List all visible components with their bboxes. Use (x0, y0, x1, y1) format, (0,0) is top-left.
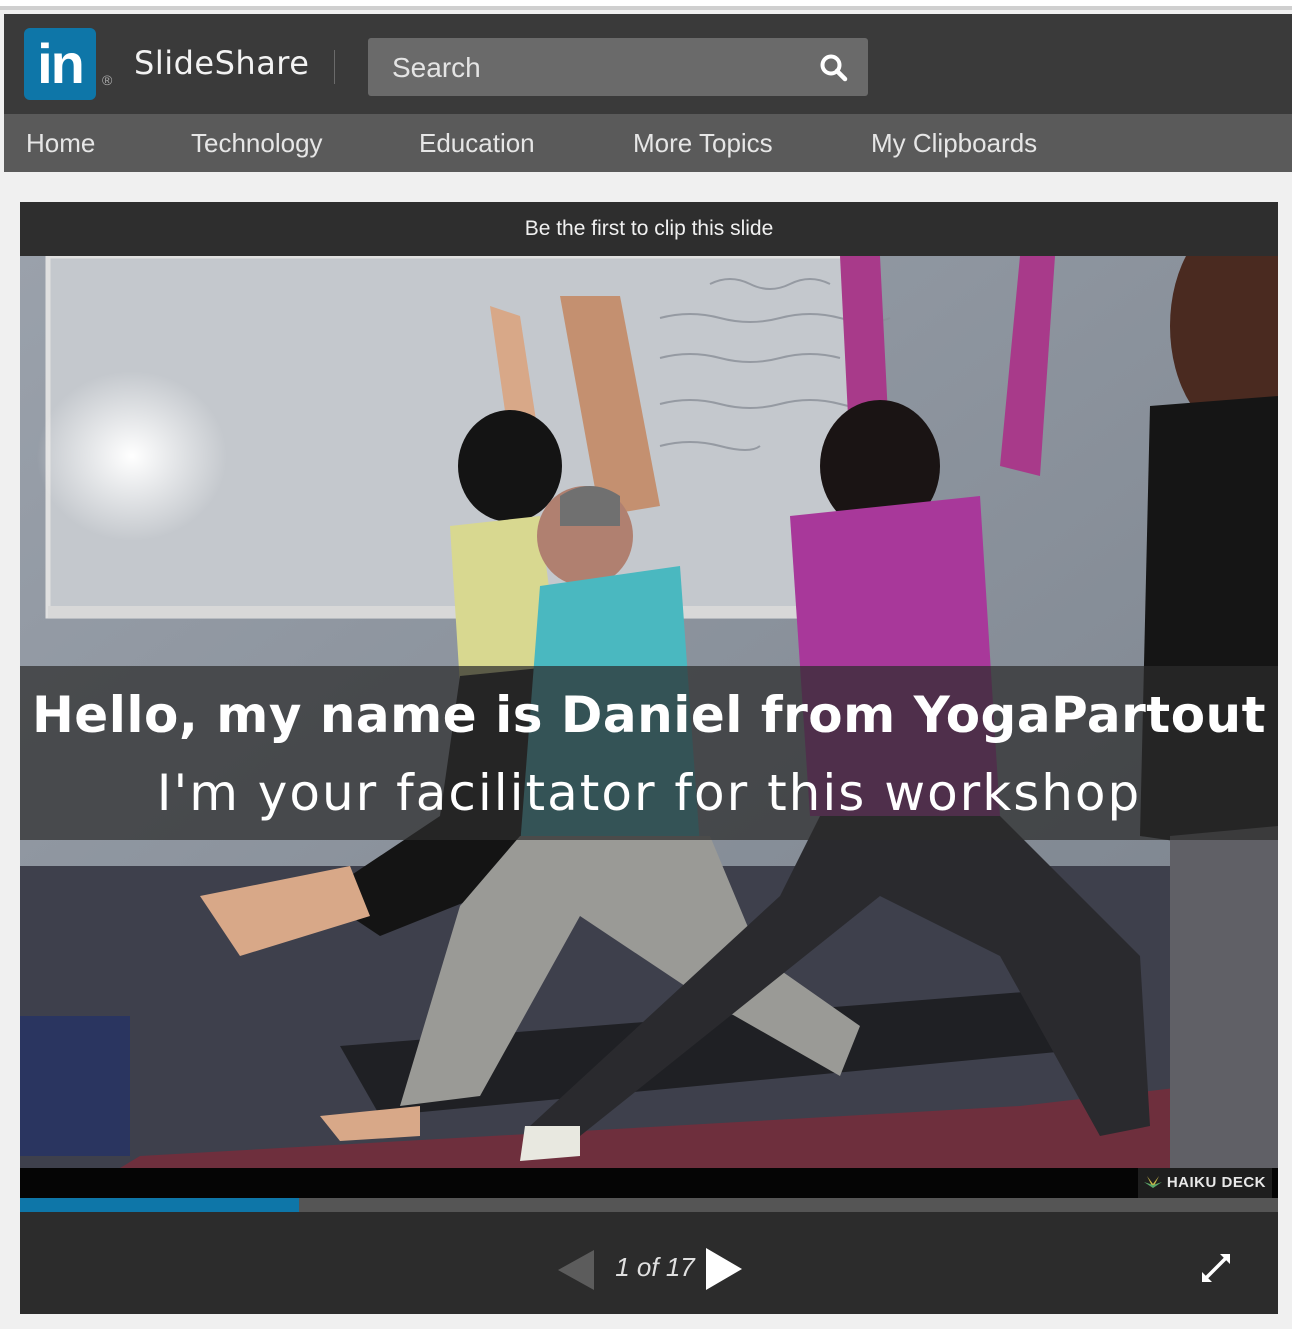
site-header: in ® SlideShare (4, 14, 1292, 114)
brand-name[interactable]: SlideShare (134, 44, 309, 82)
slide-footer-strip (20, 1168, 1278, 1198)
slide-progress-fill (20, 1198, 300, 1212)
linkedin-logo[interactable]: in (24, 28, 96, 100)
fullscreen-icon[interactable] (1200, 1252, 1232, 1284)
slide-image: Hello, my name is Daniel from YogaPartou… (20, 256, 1278, 1168)
search-icon[interactable] (818, 52, 850, 84)
nav-item-more-topics[interactable]: More Topics (633, 114, 773, 172)
next-slide-icon[interactable] (704, 1246, 744, 1292)
clip-slide-prompt[interactable]: Be the first to clip this slide (20, 202, 1278, 256)
previous-slide-icon[interactable] (556, 1248, 596, 1292)
logo-text: in (37, 32, 85, 95)
header-divider (334, 50, 335, 84)
haiku-leaf-icon (1144, 1176, 1163, 1188)
page-counter: 1 of 17 (615, 1252, 695, 1282)
page: in ® SlideShare Home Technology Educatio… (0, 0, 1292, 1329)
haiku-deck-watermark: HAIKU DECK (1138, 1168, 1272, 1198)
nav-item-technology[interactable]: Technology (191, 114, 323, 172)
slide-caption: Hello, my name is Daniel from YogaPartou… (20, 666, 1278, 840)
nav-item-my-clipboards[interactable]: My Clipboards (871, 114, 1037, 172)
nav-item-home[interactable]: Home (26, 114, 95, 172)
player-controls: 1 of 17 (20, 1212, 1278, 1314)
slide-player: Be the first to clip this slide Hello, m… (20, 202, 1278, 1314)
caption-line-1: Hello, my name is Daniel from YogaPartou… (31, 686, 1267, 744)
search-input[interactable] (390, 38, 814, 98)
caption-line-2: I'm your facilitator for this workshop (156, 764, 1142, 822)
haiku-deck-label: HAIKU DECK (1166, 1174, 1266, 1191)
topic-nav: Home Technology Education More Topics My… (4, 114, 1292, 172)
registered-mark: ® (102, 72, 113, 88)
search-box (368, 38, 868, 98)
top-border (0, 0, 1292, 10)
nav-item-education[interactable]: Education (419, 114, 535, 172)
slide-progress-bar[interactable] (20, 1198, 1278, 1212)
